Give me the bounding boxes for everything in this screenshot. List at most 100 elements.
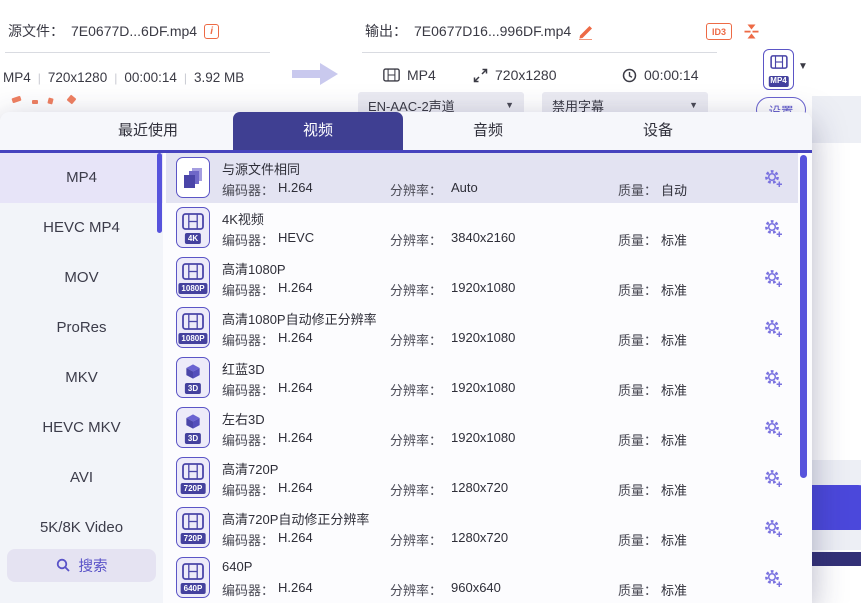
app-window: 源文件： 7E0677D...6DF.mp4 i MP4| 720x1280| …	[0, 0, 861, 603]
preset-row[interactable]: 640P 640P 编码器： H.264 分辨率： 960x640 质量： 标准	[166, 553, 798, 603]
sidebar-scrollbar[interactable]	[157, 153, 162, 233]
resolution-value: 1920x1080	[451, 280, 515, 295]
preset-icon: 3D	[176, 357, 210, 398]
preset-icon: 1080P	[176, 307, 210, 348]
quality-label: 质量：	[618, 280, 657, 299]
id3-tag-icon[interactable]: ID3	[706, 23, 732, 40]
sidebar-item[interactable]: HEVC MP4	[0, 203, 163, 253]
quality-label: 质量：	[618, 430, 657, 449]
chevron-down-icon: ▼	[689, 100, 698, 110]
quality-label: 质量：	[618, 230, 657, 249]
split-icon[interactable]	[743, 21, 760, 42]
resolution-value: 1280x720	[451, 480, 508, 495]
tab-0[interactable]: 最近使用	[63, 112, 233, 150]
sidebar-item[interactable]: ProRes	[0, 303, 163, 353]
settings-gear-icon[interactable]	[763, 468, 784, 489]
clipped-text-fragment	[10, 95, 260, 107]
settings-gear-icon[interactable]	[763, 168, 784, 189]
search-icon	[56, 558, 71, 573]
quality-value: 标准	[661, 430, 687, 449]
tab-2[interactable]: 音频	[403, 112, 573, 150]
sidebar-item[interactable]: MKV	[0, 353, 163, 403]
preset-icon	[176, 157, 210, 198]
search-button[interactable]: 搜索	[7, 549, 156, 582]
output-file-title: 输出： 7E0677D16...996DF.mp4	[365, 21, 595, 41]
resolution-label: 分辨率：	[390, 180, 442, 199]
resolution-label: 分辨率：	[390, 580, 442, 599]
film-icon	[182, 263, 204, 280]
edit-pencil-icon[interactable]	[578, 23, 595, 40]
resolution-label: 分辨率：	[390, 480, 442, 499]
settings-gear-icon[interactable]	[763, 318, 784, 339]
chevron-down-icon: ▼	[505, 100, 514, 110]
source-format: MP4	[3, 70, 31, 85]
preset-row[interactable]: 720P 高清720P 编码器： H.264 分辨率： 1280x720 质量：…	[166, 453, 798, 503]
resolution-value: 1920x1080	[451, 380, 515, 395]
settings-gear-icon[interactable]	[763, 368, 784, 389]
sidebar-item[interactable]: HEVC MKV	[0, 403, 163, 453]
encoder-label: 编码器：	[222, 480, 274, 499]
output-duration-group: 00:00:14	[622, 66, 699, 84]
quality-label: 质量：	[618, 380, 657, 399]
settings-gear-icon[interactable]	[763, 518, 784, 539]
sidebar-item[interactable]: MP4	[0, 153, 163, 203]
resolution-value: 960x640	[451, 580, 501, 595]
settings-gear-icon[interactable]	[763, 568, 784, 589]
preset-badge: 720P	[181, 483, 206, 494]
resolution-label: 分辨率：	[390, 530, 442, 549]
preset-row[interactable]: 3D 左右3D 编码器： H.264 分辨率： 1920x1080 质量： 标准	[166, 403, 798, 453]
quality-value: 自动	[661, 180, 687, 199]
preset-row[interactable]: 1080P 高清1080P自动修正分辨率 编码器： H.264 分辨率： 192…	[166, 303, 798, 353]
search-label: 搜索	[79, 555, 108, 576]
settings-gear-icon[interactable]	[763, 268, 784, 289]
sidebar-item[interactable]: 5K/8K Video	[0, 503, 163, 553]
preset-row[interactable]: 4K 4K视频 编码器： HEVC 分辨率： 3840x2160 质量： 标准	[166, 203, 798, 253]
preset-badge: 640P	[181, 583, 206, 594]
encoder-value: H.264	[278, 330, 313, 345]
resolution-value: 3840x2160	[451, 230, 515, 245]
tab-3[interactable]: 设备	[573, 112, 743, 150]
preset-list: 与源文件相同 编码器： H.264 分辨率： Auto 质量： 自动	[166, 153, 812, 603]
encoder-value: H.264	[278, 280, 313, 295]
tab-1[interactable]: 视频	[233, 112, 403, 150]
id3-label: ID3	[712, 27, 726, 37]
output-format: MP4	[407, 67, 436, 83]
quality-value: 标准	[661, 330, 687, 349]
settings-gear-icon[interactable]	[763, 418, 784, 439]
format-chooser-button[interactable]: MP4	[763, 49, 794, 90]
preset-badge: 1080P	[178, 333, 207, 344]
preset-title: 高清720P自动修正分辨率	[222, 509, 369, 528]
settings-gear-icon[interactable]	[763, 218, 784, 239]
quality-label: 质量：	[618, 480, 657, 499]
preset-title: 640P	[222, 559, 252, 574]
film-icon	[182, 463, 204, 480]
preset-icon: 720P	[176, 507, 210, 548]
sidebar-item[interactable]: MOV	[0, 253, 163, 303]
preset-icon: 640P	[176, 557, 210, 598]
resolution-value: 1280x720	[451, 530, 508, 545]
list-scrollbar[interactable]	[800, 155, 807, 478]
preset-row[interactable]: 1080P 高清1080P 编码器： H.264 分辨率： 1920x1080 …	[166, 253, 798, 303]
source-meta: MP4| 720x1280| 00:00:14| 3.92 MB	[3, 70, 244, 85]
preset-row[interactable]: 与源文件相同 编码器： H.264 分辨率： Auto 质量： 自动	[166, 153, 798, 203]
resolution-value: Auto	[451, 180, 478, 195]
preset-title: 左右3D	[222, 409, 265, 428]
quality-label: 质量：	[618, 530, 657, 549]
copy-icon	[184, 168, 202, 188]
resolution-label: 分辨率：	[390, 330, 442, 349]
preset-icon: 1080P	[176, 257, 210, 298]
info-icon[interactable]: i	[204, 24, 219, 39]
source-label: 源文件：	[8, 21, 64, 41]
format-chooser-caret-icon[interactable]: ▼	[798, 62, 808, 72]
encoder-label: 编码器：	[222, 380, 274, 399]
quality-label: 质量：	[618, 580, 657, 599]
source-resolution: 720x1280	[48, 70, 107, 85]
preset-badge: 3D	[185, 433, 201, 444]
encoder-value: H.264	[278, 380, 313, 395]
preset-badge: 1080P	[178, 283, 207, 294]
output-resolution: 720x1280	[495, 67, 557, 83]
sidebar-item[interactable]: AVI	[0, 453, 163, 503]
preset-row[interactable]: 720P 高清720P自动修正分辨率 编码器： H.264 分辨率： 1280x…	[166, 503, 798, 553]
preset-row[interactable]: 3D 红蓝3D 编码器： H.264 分辨率： 1920x1080 质量： 标准	[166, 353, 798, 403]
encoder-label: 编码器：	[222, 580, 274, 599]
